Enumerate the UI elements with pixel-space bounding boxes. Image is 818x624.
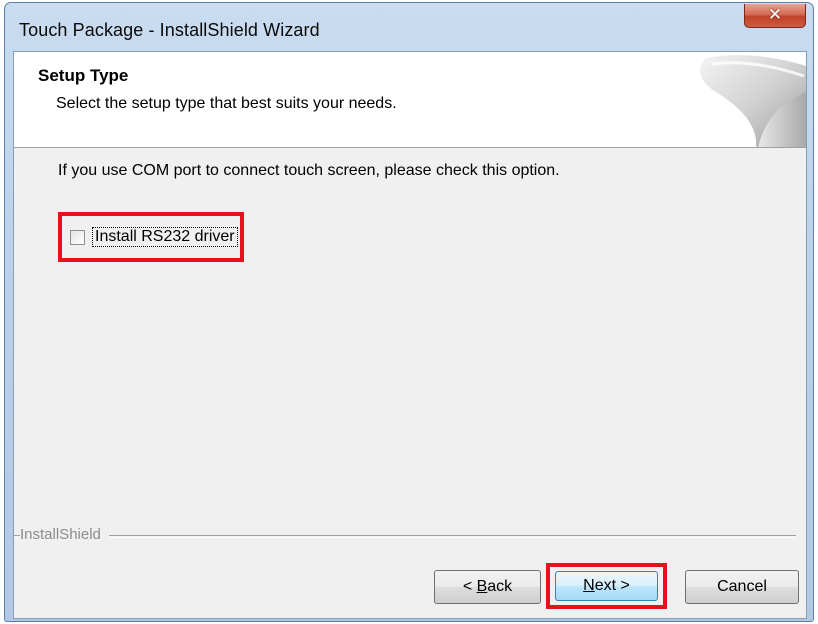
next-button-label: ext: [594, 577, 617, 594]
rs232-option-highlight: Install RS232 driver: [58, 212, 244, 262]
next-button-highlight: Next >: [546, 563, 667, 609]
next-button[interactable]: Next >: [555, 571, 658, 601]
close-button[interactable]: ✕: [744, 4, 806, 28]
brand-divider: [14, 535, 796, 538]
rs232-checkbox[interactable]: [70, 230, 85, 245]
brand-label: InstallShield: [20, 526, 109, 543]
next-button-mnemonic: N: [583, 577, 595, 594]
page-subtitle: Select the setup type that best suits yo…: [56, 95, 397, 112]
rs232-checkbox-label[interactable]: Install RS232 driver: [92, 227, 238, 247]
title-bar[interactable]: Touch Package - InstallShield Wizard ✕: [5, 3, 813, 53]
back-button[interactable]: < Back: [434, 570, 541, 604]
wizard-header: Setup Type Select the setup type that be…: [14, 52, 806, 148]
back-button-mnemonic: B: [476, 578, 488, 595]
back-button-prefix: <: [462, 578, 477, 595]
banner-graphic-icon: [700, 55, 806, 147]
cancel-button[interactable]: Cancel: [685, 570, 799, 604]
wizard-body: Setup Type Select the setup type that be…: [13, 51, 807, 619]
page-title: Setup Type: [38, 66, 129, 85]
back-button-label: ack: [487, 578, 513, 595]
close-icon: ✕: [767, 5, 783, 25]
installer-window: Touch Package - InstallShield Wizard ✕ S…: [4, 2, 814, 622]
next-button-suffix: >: [616, 577, 630, 594]
window-title: Touch Package - InstallShield Wizard: [19, 20, 320, 40]
instruction-text: If you use COM port to connect touch scr…: [58, 162, 560, 179]
